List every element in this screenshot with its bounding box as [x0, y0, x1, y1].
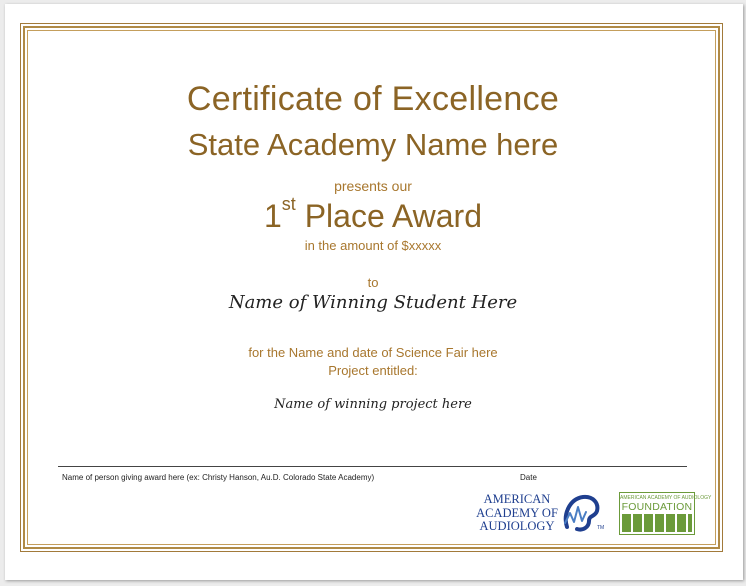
award-ordinal-number: 1 [264, 198, 282, 234]
project-intro: Project entitled: [328, 363, 418, 378]
aaa-logo-line-3: AUDIOLOGY [479, 519, 555, 533]
aaa-ear-icon [563, 494, 600, 532]
presents-line: presents our [334, 178, 412, 194]
science-fair-line: for the Name and date of Science Fair he… [248, 345, 498, 360]
award-name: Place Award [304, 198, 482, 234]
foundation-stripes-icon [622, 514, 692, 532]
aaa-logo-line-2: ACADEMY OF [476, 505, 558, 520]
award-amount: in the amount of $xxxxx [304, 238, 442, 253]
award-title: 1st Place Award [0, 195, 746, 235]
aaa-logo-text: AMERICAN ACADEMY OF AUDIOLOGY [473, 492, 561, 534]
american-academy-of-audiology-logo: AMERICAN ACADEMY OF AUDIOLOGY TM [473, 492, 607, 537]
foundation-logo: AMERICAN ACADEMY OF AUDIOLOGY FOUNDATION [619, 492, 711, 535]
to-line: to [367, 275, 379, 290]
date-label: Date [520, 473, 537, 482]
presenter-label: Name of person giving award here (ex: Ch… [62, 473, 375, 482]
aaa-logo-line-1: AMERICAN [483, 492, 551, 506]
project-name: Name of winning project here [274, 397, 472, 412]
academy-name: State Academy Name here [187, 127, 559, 162]
student-name: Name of Winning Student Here [228, 292, 518, 313]
aaa-trademark: TM [597, 525, 605, 531]
award-ordinal-suffix: st [281, 194, 296, 214]
signature-line [58, 466, 687, 467]
foundation-logo-word: FOUNDATION [621, 501, 693, 513]
certificate-title: Certificate of Excellence [186, 80, 560, 118]
